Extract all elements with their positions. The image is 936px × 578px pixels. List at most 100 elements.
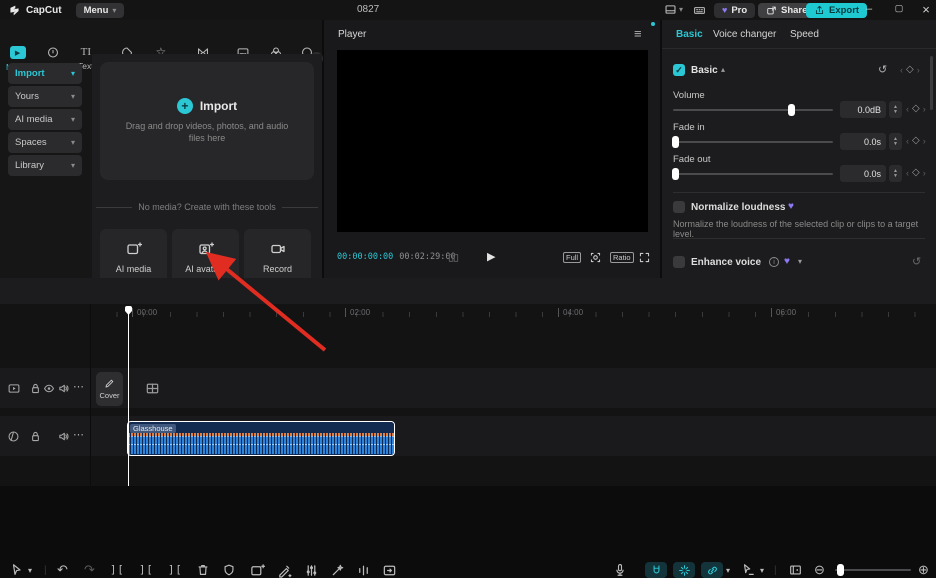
- frame-view-icon[interactable]: [447, 252, 460, 264]
- layout-switch-button[interactable]: ▾: [664, 3, 683, 16]
- scrollbar[interactable]: [930, 56, 933, 110]
- volume-value[interactable]: 0.0dB: [840, 101, 886, 118]
- shortcuts-button[interactable]: [693, 4, 706, 17]
- import-button[interactable]: + Import: [177, 98, 237, 114]
- pro-button[interactable]: ♥ Pro: [714, 3, 755, 18]
- playhead-line[interactable]: [128, 306, 129, 486]
- minimize-button[interactable]: –: [856, 3, 882, 15]
- focus-button[interactable]: [589, 251, 602, 264]
- tab-basic[interactable]: Basic: [676, 29, 703, 40]
- snap-toggle[interactable]: [645, 562, 667, 578]
- video-track-lane[interactable]: [0, 368, 936, 408]
- timeline-zoom-handle[interactable]: [837, 564, 844, 576]
- fade-in-slider[interactable]: [673, 141, 833, 143]
- fade-out-handle[interactable]: [672, 168, 679, 180]
- collapse-icon[interactable]: ▴: [721, 65, 725, 74]
- normalize-description: Normalize the loudness of the selected c…: [673, 219, 936, 239]
- select-link-button[interactable]: [741, 562, 755, 578]
- reset-enhance-button[interactable]: ↺: [912, 255, 921, 268]
- more-track-options[interactable]: ⋯: [73, 428, 84, 441]
- media-icon: ▶: [10, 46, 26, 59]
- menu-button[interactable]: Menu ▾: [76, 3, 125, 18]
- select-link-chevron[interactable]: ▾: [760, 562, 764, 578]
- fullscreen-button[interactable]: [638, 251, 651, 264]
- link-toggle[interactable]: [701, 562, 723, 578]
- cover-button[interactable]: Cover: [96, 372, 123, 406]
- mute-track-button[interactable]: [57, 382, 70, 395]
- import-dropzone[interactable]: + Import Drag and drop videos, photos, a…: [100, 62, 314, 180]
- film-icon[interactable]: [145, 381, 160, 396]
- lock-icon: [29, 382, 42, 395]
- chevron-down-icon[interactable]: ▾: [798, 257, 802, 266]
- magnet-icon: [650, 564, 663, 577]
- sidebar-item-import[interactable]: Import▾: [8, 63, 82, 84]
- volume-handle[interactable]: [788, 104, 795, 116]
- video-preview[interactable]: [337, 50, 648, 232]
- fade-out-value[interactable]: 0.0s: [840, 165, 886, 182]
- close-button[interactable]: ×: [913, 2, 936, 17]
- select-tool-chevron[interactable]: ▾: [28, 562, 32, 578]
- fade-in-handle[interactable]: [672, 136, 679, 148]
- music-disc-icon: [46, 46, 60, 59]
- sidebar-item-ai-media[interactable]: AI media▾: [8, 109, 82, 130]
- volume-label: Volume: [673, 90, 705, 101]
- more-track-options[interactable]: ⋯: [73, 380, 84, 393]
- split-button[interactable]: ][: [110, 562, 125, 578]
- layout-icon: [664, 3, 677, 16]
- split-keep-left-button[interactable]: ][: [139, 562, 154, 578]
- redo-button[interactable]: ↷: [84, 562, 95, 578]
- fade-in-stepper[interactable]: ▲▼: [889, 133, 902, 150]
- zoom-out-button[interactable]: ⊖: [814, 562, 825, 578]
- player-title: Player: [338, 29, 366, 40]
- auto-cut-toggle[interactable]: [673, 562, 695, 578]
- fade-out-stepper[interactable]: ▲▼: [889, 165, 902, 182]
- fade-out-slider[interactable]: [673, 173, 833, 175]
- audio-level-button[interactable]: [356, 562, 371, 578]
- delete-button[interactable]: [196, 562, 210, 578]
- adjust-mixer-button[interactable]: [304, 562, 319, 578]
- split-keep-right-button[interactable]: ][: [168, 562, 183, 578]
- volume-stepper[interactable]: ▲▼: [889, 101, 902, 118]
- magic-tools-button[interactable]: [330, 562, 345, 578]
- player-menu-button[interactable]: ≡: [634, 26, 642, 41]
- mute-track-button[interactable]: [57, 430, 70, 443]
- sidebar-item-spaces[interactable]: Spaces▾: [8, 132, 82, 153]
- ruler-label: 06:00: [771, 308, 796, 317]
- keyframe-controls[interactable]: ‹◇›: [900, 64, 920, 75]
- undo-button[interactable]: ↶: [57, 562, 68, 578]
- audio-clip[interactable]: Glasshouse: [127, 421, 395, 456]
- timeline-zoom-slider[interactable]: [833, 562, 913, 578]
- select-tool-button[interactable]: [10, 562, 24, 578]
- zoom-in-button[interactable]: ⊕: [918, 562, 929, 578]
- enhance-checkbox[interactable]: [673, 256, 685, 268]
- volume-slider[interactable]: [673, 109, 833, 111]
- add-media-icon: [250, 563, 265, 578]
- add-overlay-button[interactable]: [250, 562, 265, 578]
- ratio-button[interactable]: Ratio: [610, 252, 634, 263]
- fade-in-keyframe-controls[interactable]: ‹◇›: [906, 135, 926, 146]
- lock-track-button[interactable]: [29, 382, 42, 395]
- play-button[interactable]: ▶: [487, 250, 495, 263]
- fade-out-keyframe-controls[interactable]: ‹◇›: [906, 167, 926, 178]
- record-voiceover-button[interactable]: [613, 562, 627, 578]
- fade-in-value[interactable]: 0.0s: [840, 133, 886, 150]
- lock-track-button[interactable]: [29, 430, 42, 443]
- smart-edit-button[interactable]: [277, 562, 292, 578]
- sidebar-item-yours[interactable]: Yours▾: [8, 86, 82, 107]
- tab-voice-changer[interactable]: Voice changer: [713, 29, 776, 40]
- mask-button[interactable]: [222, 562, 236, 578]
- reset-basic-button[interactable]: ↺: [878, 63, 887, 76]
- sidebar-item-library[interactable]: Library▾: [8, 155, 82, 176]
- maximize-button[interactable]: ▢: [886, 3, 912, 14]
- screen-record-icon: [382, 563, 397, 578]
- normalize-checkbox[interactable]: [673, 201, 685, 213]
- link-chevron[interactable]: ▾: [726, 562, 730, 578]
- info-icon[interactable]: i: [769, 257, 779, 267]
- tab-speed[interactable]: Speed: [790, 29, 819, 40]
- clip-tools-button[interactable]: [382, 562, 397, 578]
- preview-frame-button[interactable]: [788, 562, 803, 578]
- full-button[interactable]: Full: [563, 252, 581, 263]
- toggle-visibility-button[interactable]: [42, 382, 56, 395]
- basic-checkbox[interactable]: ✓: [673, 64, 685, 76]
- volume-keyframe-controls[interactable]: ‹◇›: [906, 103, 926, 114]
